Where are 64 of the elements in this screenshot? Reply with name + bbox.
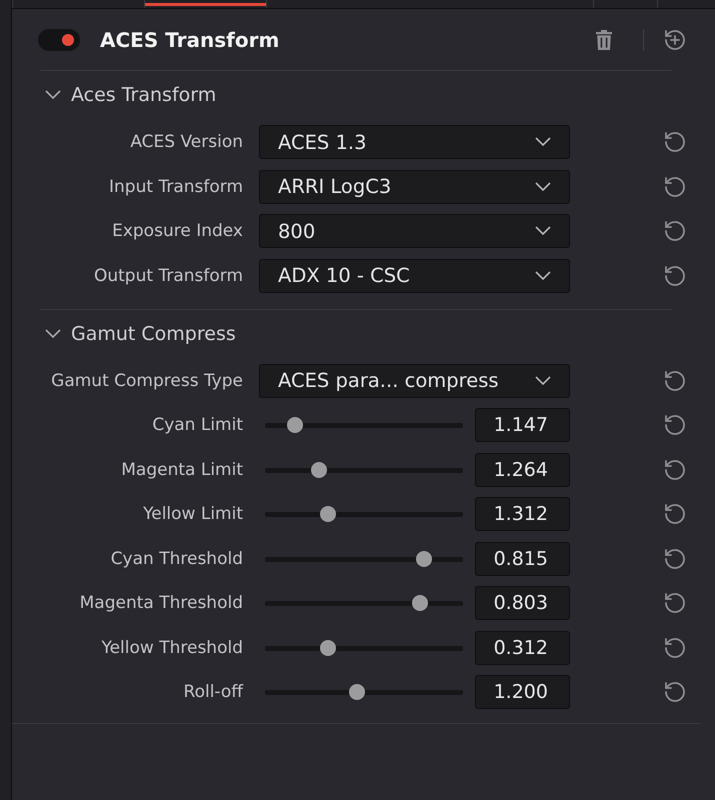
slider-thumb[interactable]	[320, 506, 336, 522]
value-field[interactable]: 1.312	[475, 497, 570, 531]
value-field[interactable]: 1.264	[475, 452, 570, 486]
reset-icon[interactable]	[663, 219, 687, 243]
slider-track[interactable]	[265, 506, 463, 522]
chevron-down-icon	[535, 376, 551, 386]
reset-icon[interactable]	[663, 546, 687, 570]
dropdown[interactable]: ARRI LogC3	[259, 170, 570, 204]
field-label: Output Transform	[92, 266, 243, 286]
field-label: ACES Version	[129, 132, 243, 152]
reset-icon[interactable]	[663, 591, 687, 615]
reset-icon[interactable]	[663, 368, 687, 392]
field-label: Gamut Compress Type	[50, 370, 243, 390]
slider-thumb[interactable]	[348, 684, 365, 700]
slider-track[interactable]	[265, 462, 463, 478]
section-header[interactable]: Gamut Compress	[45, 322, 236, 346]
dropdown[interactable]: 800	[259, 214, 570, 248]
slider-track[interactable]	[265, 595, 463, 611]
field-label: Roll-off	[182, 682, 243, 702]
reset-icon[interactable]	[663, 264, 687, 288]
value-field[interactable]: 0.815	[475, 542, 570, 576]
field-label: Yellow Threshold	[100, 638, 243, 658]
circular-arrow-plus-icon[interactable]	[663, 28, 687, 52]
field-label: Magenta Threshold	[78, 593, 243, 613]
slider-thumb[interactable]	[320, 640, 336, 656]
field-label: Cyan Threshold	[110, 548, 243, 568]
value-field[interactable]: 1.147	[475, 408, 570, 442]
slider-thumb[interactable]	[412, 595, 428, 611]
chevron-down-icon	[535, 137, 551, 147]
field-label: Yellow Limit	[142, 504, 243, 524]
trash-icon[interactable]	[596, 30, 612, 50]
slider-track[interactable]	[265, 550, 463, 566]
chevron-down-icon[interactable]	[45, 90, 61, 100]
reset-icon[interactable]	[663, 636, 687, 660]
tab[interactable]	[144, 0, 266, 8]
slider-thumb[interactable]	[286, 417, 303, 433]
dropdown[interactable]: ADX 10 - CSC	[259, 258, 570, 292]
toggle-switch[interactable]	[38, 28, 80, 50]
dropdown[interactable]: ACES para... compress	[259, 364, 570, 398]
chevron-down-icon[interactable]	[45, 328, 61, 338]
field-label: Exposure Index	[111, 221, 243, 241]
node-title: ACES Transform	[100, 28, 280, 52]
reset-icon[interactable]	[663, 680, 687, 704]
chevron-down-icon	[535, 226, 551, 236]
reset-icon[interactable]	[663, 413, 687, 437]
reset-icon[interactable]	[663, 130, 687, 154]
reset-icon[interactable]	[663, 458, 687, 482]
field-label: Cyan Limit	[151, 415, 243, 435]
chevron-down-icon	[535, 182, 551, 192]
dropdown[interactable]: ACES 1.3	[259, 125, 570, 159]
value-field[interactable]: 0.803	[475, 586, 570, 620]
field-label: Input Transform	[108, 176, 243, 196]
chevron-down-icon	[535, 270, 551, 280]
slider-thumb[interactable]	[416, 550, 432, 566]
reset-icon[interactable]	[663, 174, 687, 198]
field-label: Magenta Limit	[120, 460, 243, 480]
value-field[interactable]: 0.312	[475, 630, 570, 664]
slider-track[interactable]	[265, 640, 463, 656]
value-field[interactable]: 1.200	[475, 675, 570, 709]
slider-track[interactable]	[265, 684, 463, 700]
reset-icon[interactable]	[663, 502, 687, 526]
section-header[interactable]: Aces Transform	[45, 83, 216, 107]
slider-thumb[interactable]	[310, 462, 326, 478]
slider-track[interactable]	[265, 417, 463, 433]
